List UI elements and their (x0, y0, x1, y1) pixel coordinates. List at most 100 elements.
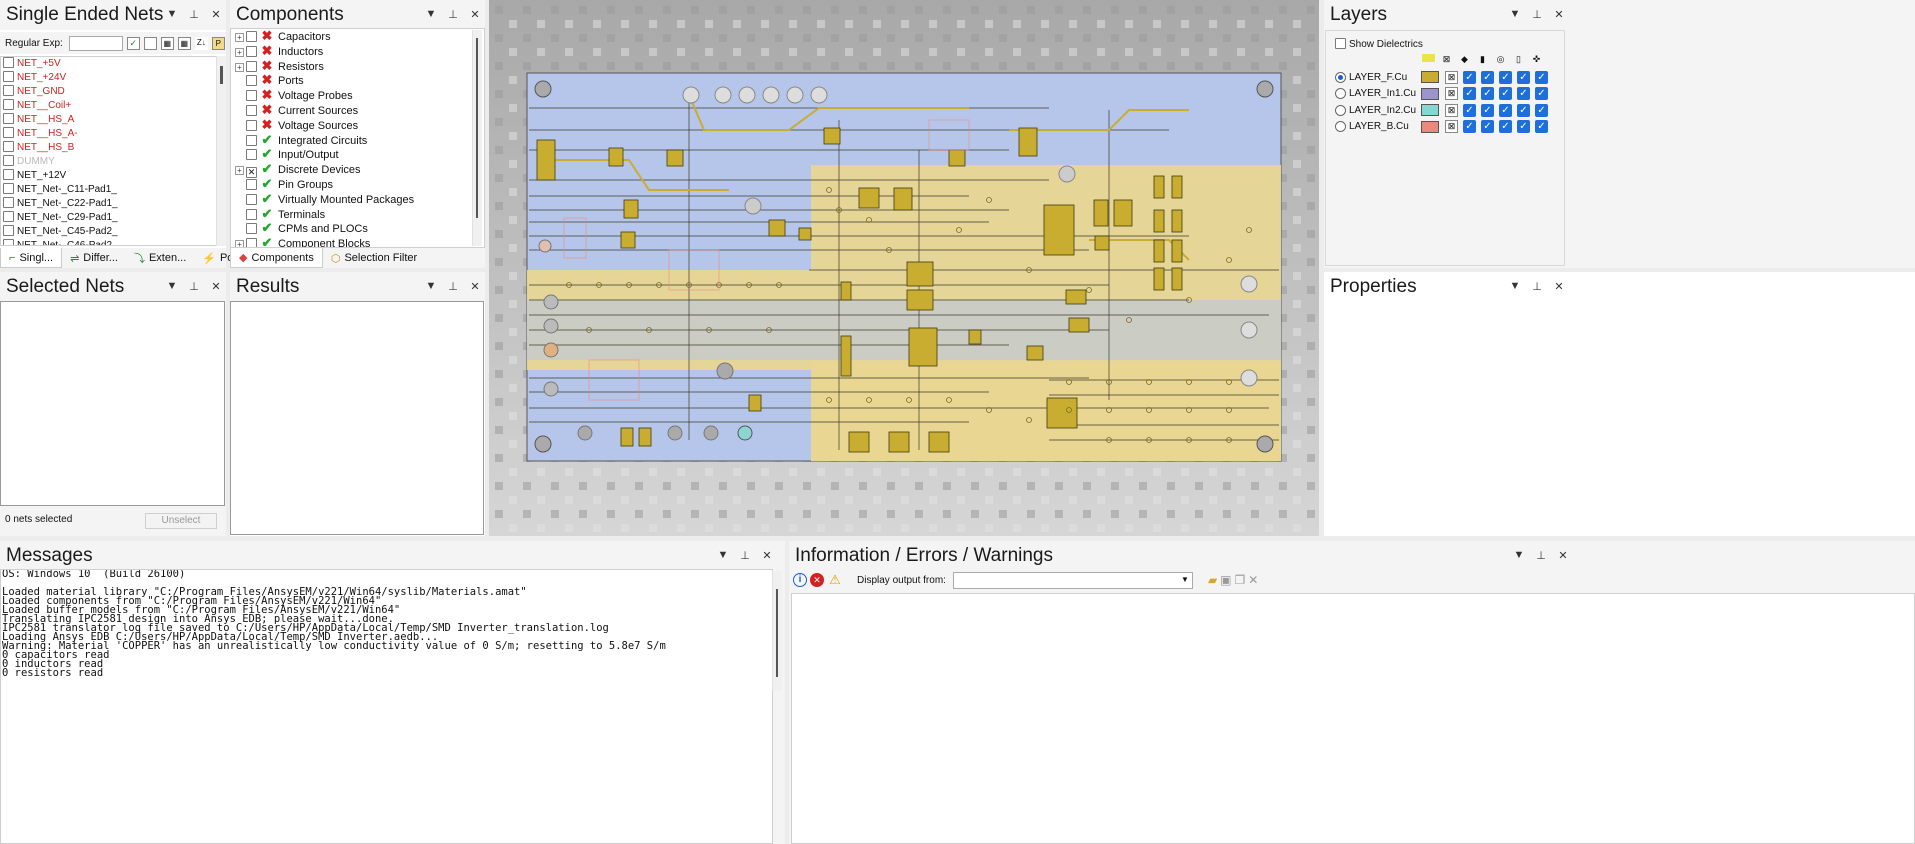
dropdown-icon[interactable]: ▼ (1513, 549, 1525, 562)
net-checkbox[interactable] (3, 211, 14, 222)
layer-pattern-icon[interactable]: ⊠ (1445, 120, 1458, 134)
pin-icon[interactable]: ⊥ (188, 8, 200, 21)
net-list-item[interactable]: NET__Coil+ (1, 99, 226, 113)
copy-icon[interactable]: ❐ (1235, 573, 1246, 587)
layer-color-swatch[interactable] (1421, 71, 1439, 84)
expand-icon[interactable]: + (235, 47, 244, 57)
grid-view-icon[interactable]: ▦ (160, 36, 174, 50)
component-tree-item[interactable]: ✖ Ports (231, 73, 484, 88)
component-tree-item[interactable]: ✔ Input/Output (231, 147, 484, 162)
pattern-column-icon[interactable]: ⊠ (1440, 54, 1453, 65)
component-tree-item[interactable]: ✔ Pin Groups (231, 176, 484, 192)
component-checkbox[interactable] (246, 208, 257, 220)
close-icon[interactable]: ✕ (210, 280, 222, 293)
uncheck-filter-icon[interactable] (143, 36, 157, 50)
component-checkbox[interactable] (246, 134, 257, 146)
layer-pattern-icon[interactable]: ⊠ (1445, 70, 1458, 84)
component-checkbox[interactable] (246, 238, 257, 247)
layer-active-radio[interactable] (1335, 121, 1346, 133)
layer-visibility-checkbox[interactable]: ✓ (1499, 120, 1512, 134)
dropdown-icon[interactable]: ▼ (1509, 8, 1521, 21)
unselect-button[interactable]: Unselect (145, 513, 217, 529)
layer-visibility-checkbox[interactable]: ✓ (1481, 103, 1494, 117)
net-list-item[interactable]: NET_Net-_C45-Pad2_ (1, 225, 226, 239)
open-folder-icon[interactable]: ▰ (1208, 573, 1217, 587)
info-filter-icon[interactable]: i (793, 573, 807, 587)
pad-column-icon[interactable]: ▯ (1512, 54, 1525, 65)
layer-visibility-checkbox[interactable]: ✓ (1535, 70, 1548, 84)
component-tree-item[interactable]: ✖ Current Sources (231, 102, 484, 118)
pcb-layout-view[interactable] (489, 0, 1319, 536)
layer-color-swatch[interactable] (1421, 120, 1439, 133)
expand-icon[interactable]: + (235, 62, 244, 72)
pin-icon[interactable]: ⊥ (739, 549, 751, 562)
component-tree-item[interactable]: ✖ Voltage Probes (231, 87, 484, 103)
layer-visibility-checkbox[interactable]: ✓ (1463, 103, 1476, 117)
net-checkbox[interactable] (3, 113, 14, 124)
net-list-item[interactable]: NET_+5V (1, 57, 226, 71)
close-icon[interactable]: ✕ (1553, 280, 1565, 293)
trace-column-icon[interactable]: ▮ (1476, 54, 1489, 65)
pcb-canvas[interactable] (489, 0, 1319, 536)
show-dielectrics-row[interactable]: Show Dielectrics (1335, 38, 1423, 50)
sort-za-icon[interactable]: Z↓ (194, 36, 208, 50)
dropdown-icon[interactable]: ▼ (425, 8, 437, 21)
layer-visibility-checkbox[interactable]: ✓ (1535, 87, 1548, 101)
dropdown-icon[interactable]: ▼ (425, 280, 437, 293)
layer-visibility-checkbox[interactable]: ✓ (1481, 70, 1494, 84)
net-list-item[interactable]: NET__HS_B (1, 141, 226, 155)
components-tab[interactable]: ⬡ Selection Filter (323, 248, 425, 268)
close-icon[interactable]: ✕ (761, 549, 773, 562)
show-dielectrics-checkbox[interactable] (1335, 38, 1346, 49)
component-checkbox[interactable] (246, 178, 257, 190)
component-checkbox[interactable] (246, 193, 257, 205)
layer-visibility-checkbox[interactable]: ✓ (1499, 103, 1512, 117)
component-checkbox[interactable] (246, 60, 257, 72)
component-tree-item[interactable]: + ✖ Inductors (231, 43, 484, 59)
component-checkbox[interactable] (246, 149, 257, 161)
layer-visibility-checkbox[interactable]: ✓ (1517, 87, 1530, 101)
layer-visibility-checkbox[interactable]: ✓ (1535, 120, 1548, 134)
component-checkbox[interactable] (246, 104, 257, 116)
net-checkbox[interactable] (3, 127, 14, 138)
net-checkbox[interactable] (3, 71, 14, 82)
via-column-icon[interactable]: ◎ (1494, 54, 1507, 65)
layer-row[interactable]: LAYER_B.Cu ⊠ ✓ ✓ ✓ ✓ ✓ (1335, 119, 1553, 136)
net-checkbox[interactable] (3, 57, 14, 68)
layer-color-swatch[interactable] (1421, 87, 1439, 100)
component-tree-item[interactable]: ✔ Virtually Mounted Packages (231, 191, 484, 207)
net-checkbox[interactable] (3, 155, 14, 166)
layer-visibility-checkbox[interactable]: ✓ (1481, 87, 1494, 101)
dropdown-icon[interactable]: ▼ (717, 549, 729, 562)
component-tree-item[interactable]: ✔ Terminals (231, 206, 484, 222)
nets-tab[interactable]: ⇌ Differ... (62, 248, 126, 268)
component-tree-item[interactable]: + ✔ Component Blocks (231, 235, 484, 247)
net-checkbox[interactable] (3, 183, 14, 194)
color-column-icon[interactable] (1422, 54, 1435, 62)
components-tab[interactable]: ◆ Components (230, 248, 323, 268)
layer-active-radio[interactable] (1335, 71, 1346, 83)
messages-log[interactable]: OS: Windows 10 (Build 26100) Loaded mater… (0, 569, 773, 844)
pin-icon[interactable]: ⊥ (188, 280, 200, 293)
pin-icon[interactable]: ⊥ (1535, 549, 1547, 562)
pin-icon[interactable]: ⊥ (447, 280, 459, 293)
layer-visibility-checkbox[interactable]: ✓ (1463, 120, 1476, 134)
net-list-item[interactable]: NET__HS_A (1, 113, 226, 127)
layer-visibility-checkbox[interactable]: ✓ (1481, 120, 1494, 134)
net-list-item[interactable]: NET_Net-_C22-Pad1_ (1, 197, 226, 211)
net-checkbox[interactable] (3, 85, 14, 96)
pin-icon[interactable]: ⊥ (1531, 280, 1543, 293)
net-list-item[interactable]: DUMMY (1, 155, 226, 169)
error-filter-icon[interactable]: ✕ (810, 573, 824, 587)
net-checkbox[interactable] (3, 99, 14, 110)
component-checkbox[interactable] (246, 223, 257, 235)
net-list-item[interactable]: NET_GND (1, 85, 226, 99)
component-checkbox[interactable] (246, 119, 257, 131)
layer-visibility-checkbox[interactable]: ✓ (1499, 87, 1512, 101)
layer-visibility-checkbox[interactable]: ✓ (1535, 103, 1548, 117)
regexp-input[interactable] (68, 35, 123, 51)
nets-scrollbar[interactable] (216, 56, 226, 246)
component-column-icon[interactable]: ✜ (1530, 54, 1543, 65)
net-list-item[interactable]: NET_+12V (1, 169, 226, 183)
component-checkbox[interactable] (246, 31, 257, 42)
